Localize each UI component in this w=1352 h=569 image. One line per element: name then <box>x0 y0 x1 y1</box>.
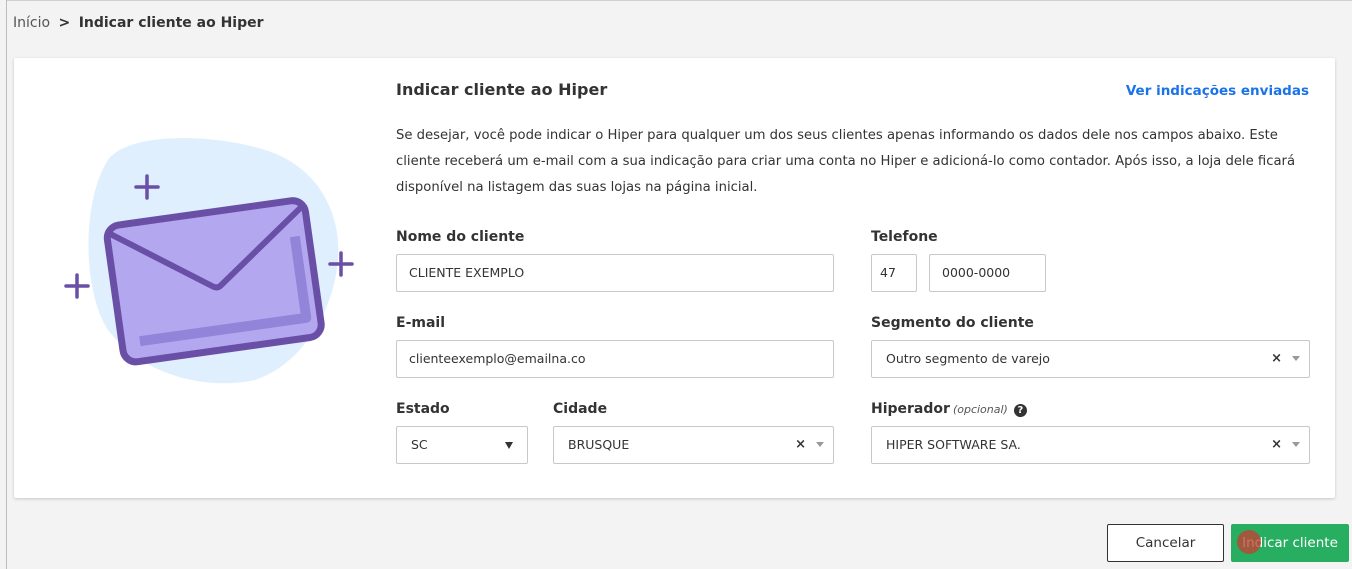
cancel-button[interactable]: Cancelar <box>1107 524 1224 562</box>
hiperador-select[interactable]: HIPER SOFTWARE SA. × <box>871 426 1310 464</box>
window-left-border <box>6 0 7 569</box>
breadcrumb-current: Indicar cliente ao Hiper <box>78 15 264 31</box>
email-input[interactable]: clienteexemplo@emailna.co <box>396 340 834 378</box>
chevron-down-icon[interactable] <box>816 442 824 447</box>
phone-area-code-input[interactable]: 47 <box>871 254 917 292</box>
segment-select[interactable]: Outro segmento de varejo × <box>871 340 1310 378</box>
hiperador-selected-value: HIPER SOFTWARE SA. <box>886 437 1021 452</box>
form-title: Indicar cliente ao Hiper <box>396 80 608 99</box>
city-selected-value: BRUSQUE <box>568 437 630 452</box>
envelope-illustration <box>64 138 354 384</box>
state-selected-value: SC <box>411 437 428 452</box>
segment-clear-icon[interactable]: × <box>1271 341 1282 377</box>
chevron-down-icon[interactable] <box>1292 356 1300 361</box>
breadcrumb-separator: > <box>58 15 71 31</box>
help-icon[interactable]: ? <box>1013 404 1027 417</box>
city-clear-icon[interactable]: × <box>795 427 806 463</box>
hiperador-optional-hint: (opcional) <box>952 403 1008 416</box>
envelope-icon <box>103 197 325 366</box>
breadcrumb: Início > Indicar cliente ao Hiper <box>13 15 264 31</box>
state-label: Estado <box>396 401 450 417</box>
hiperador-clear-icon[interactable]: × <box>1271 427 1282 463</box>
phone-number-input[interactable]: 0000-0000 <box>929 254 1046 292</box>
hiperador-label-text: Hiperador <box>871 401 950 417</box>
breadcrumb-home-link[interactable]: Início <box>13 15 50 31</box>
window-top-border <box>6 0 1352 1</box>
state-select[interactable]: SC <box>396 426 528 464</box>
view-sent-referrals-link[interactable]: Ver indicações enviadas <box>1126 83 1309 99</box>
chevron-down-icon[interactable] <box>1292 442 1300 447</box>
email-label: E-mail <box>396 315 446 331</box>
caret-down-icon[interactable] <box>505 442 513 449</box>
city-label: Cidade <box>553 401 608 417</box>
city-select[interactable]: BRUSQUE × <box>553 426 834 464</box>
hiperador-label: Hiperador (opcional)? <box>871 401 1027 417</box>
plus-icon <box>64 273 90 299</box>
segment-selected-value: Outro segmento de varejo <box>886 351 1050 366</box>
mouse-cursor-indicator <box>1237 530 1261 554</box>
client-name-label: Nome do cliente <box>396 229 525 245</box>
segment-label: Segmento do cliente <box>871 315 1034 331</box>
phone-label: Telefone <box>871 229 938 245</box>
form-description: Se desejar, você pode indicar o Hiper pa… <box>396 128 1296 195</box>
client-name-input[interactable]: CLIENTE EXEMPLO <box>396 254 834 292</box>
